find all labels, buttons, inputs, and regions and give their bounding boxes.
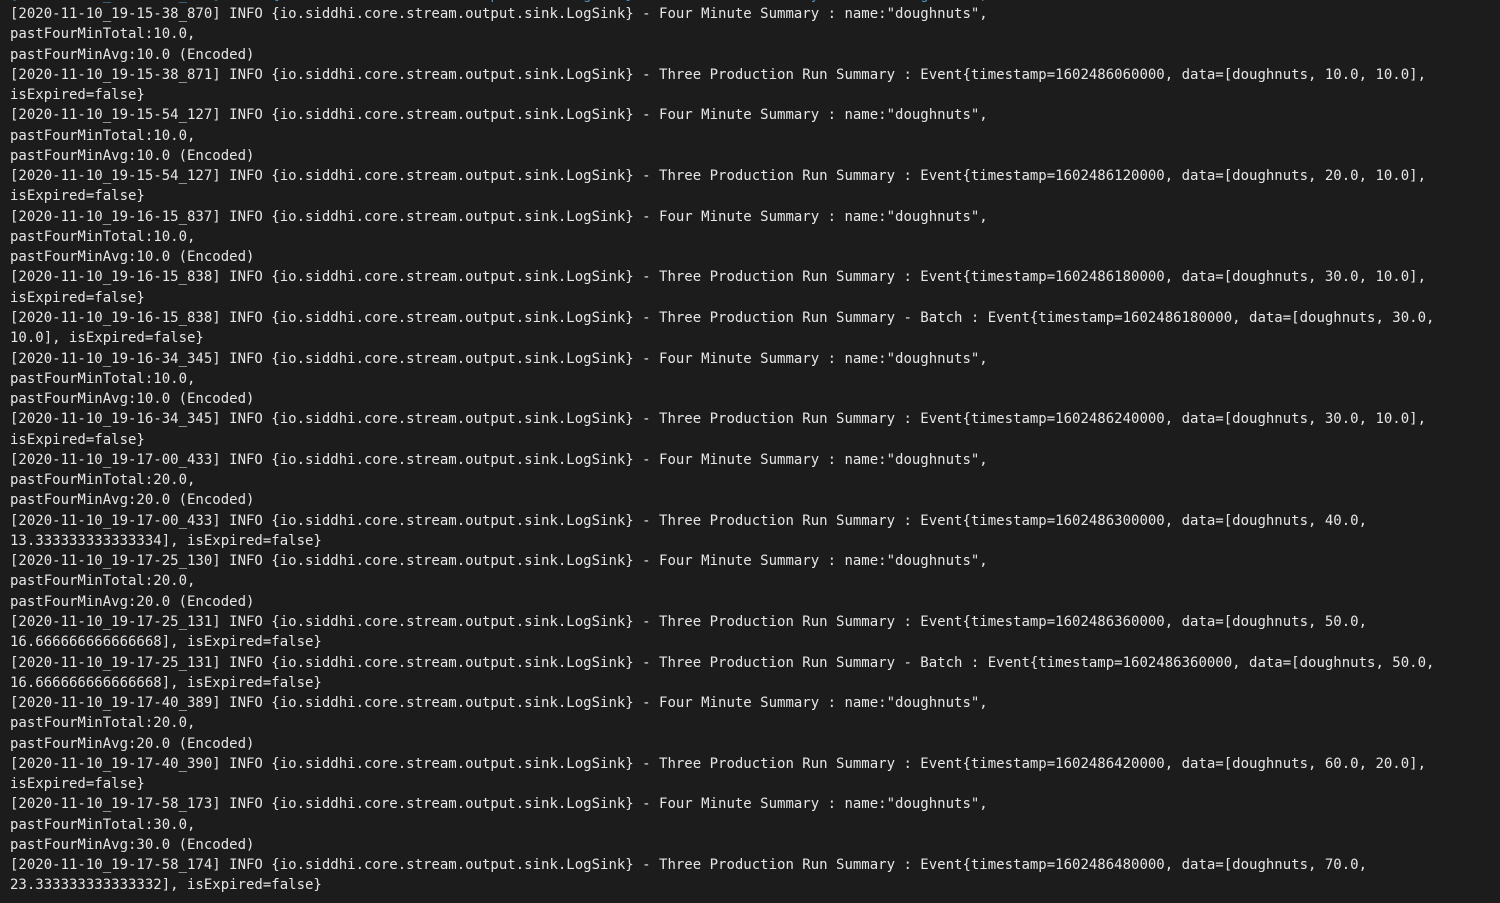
log-line: [2020-11-10_19-16-34_345] INFO {io.siddh…: [10, 411, 1427, 428]
log-line: pastFourMinTotal:30.0,: [10, 816, 196, 833]
log-line: pastFourMinTotal:20.0,: [10, 573, 196, 590]
log-line: [2020-11-10_19-15-38_871] INFO {io.siddh…: [10, 66, 1427, 83]
log-line: 10.0], isExpired=false}: [10, 330, 204, 347]
log-line: 23.333333333333332], isExpired=false}: [10, 877, 322, 894]
log-line: [2020-11-10_19-17-25_131] INFO {io.siddh…: [10, 654, 1435, 671]
log-line: pastFourMinTotal:10.0,: [10, 228, 196, 245]
terminal-log-console[interactable]: [2020-11-10_19-15-38_870] INFO {io.siddh…: [0, 0, 1500, 903]
log-line: [2020-11-10_19-16-34_345] INFO {io.siddh…: [10, 350, 988, 367]
log-line: pastFourMinTotal:10.0,: [10, 127, 196, 144]
log-line: [2020-11-10_19-15-54_127] INFO {io.siddh…: [10, 168, 1427, 185]
log-line: 13.333333333333334], isExpired=false}: [10, 532, 322, 549]
log-line: [2020-11-10_19-17-25_131] INFO {io.siddh…: [10, 613, 1368, 630]
log-line: [2020-11-10_19-17-58_173] INFO {io.siddh…: [10, 796, 988, 813]
log-line: [2020-11-10_19-16-15_837] INFO {io.siddh…: [10, 208, 988, 225]
log-line: pastFourMinTotal:20.0,: [10, 472, 196, 489]
log-line: pastFourMinAvg:10.0 (Encoded): [10, 391, 255, 408]
log-line: [2020-11-10_19-17-00_433] INFO {io.siddh…: [10, 451, 988, 468]
log-line: pastFourMinAvg:20.0 (Encoded): [10, 735, 255, 752]
log-line: 16.666666666666668], isExpired=false}: [10, 674, 322, 691]
log-line: pastFourMinAvg:10.0 (Encoded): [10, 147, 255, 164]
log-line: pastFourMinTotal:20.0,: [10, 715, 196, 732]
log-line: pastFourMinAvg:20.0 (Encoded): [10, 593, 255, 610]
log-line: [2020-11-10_19-17-40_390] INFO {io.siddh…: [10, 755, 1427, 772]
log-line: [2020-11-10_19-17-58_174] INFO {io.siddh…: [10, 857, 1368, 874]
log-line: [2020-11-10_19-16-15_838] INFO {io.siddh…: [10, 309, 1435, 326]
log-line: isExpired=false}: [10, 188, 145, 205]
log-line: pastFourMinTotal:10.0,: [10, 26, 196, 43]
log-line: [2020-11-10_19-15-38_870] INFO {io.siddh…: [10, 6, 988, 22]
log-line: isExpired=false}: [10, 776, 145, 793]
log-line: [2020-11-10_19-17-25_130] INFO {io.siddh…: [10, 553, 988, 570]
log-line: pastFourMinAvg:10.0 (Encoded): [10, 46, 255, 63]
log-line: isExpired=false}: [10, 87, 145, 104]
log-output-area: [2020-11-10_19-15-38_870] INFO {io.siddh…: [10, 4, 1500, 896]
log-line: pastFourMinAvg:10.0 (Encoded): [10, 249, 255, 266]
log-line: [2020-11-10_19-17-00_433] INFO {io.siddh…: [10, 512, 1368, 529]
log-line: isExpired=false}: [10, 431, 145, 448]
log-line: [2020-11-10_19-16-15_838] INFO {io.siddh…: [10, 269, 1427, 286]
log-line: isExpired=false}: [10, 289, 145, 306]
log-line: pastFourMinAvg:30.0 (Encoded): [10, 836, 255, 853]
log-line: pastFourMinTotal:10.0,: [10, 370, 196, 387]
log-line: [2020-11-10_19-15-54_127] INFO {io.siddh…: [10, 107, 988, 124]
log-line: [2020-11-10_19-17-40_389] INFO {io.siddh…: [10, 695, 988, 712]
log-line: 16.666666666666668], isExpired=false}: [10, 634, 322, 651]
log-line: pastFourMinAvg:20.0 (Encoded): [10, 492, 255, 509]
